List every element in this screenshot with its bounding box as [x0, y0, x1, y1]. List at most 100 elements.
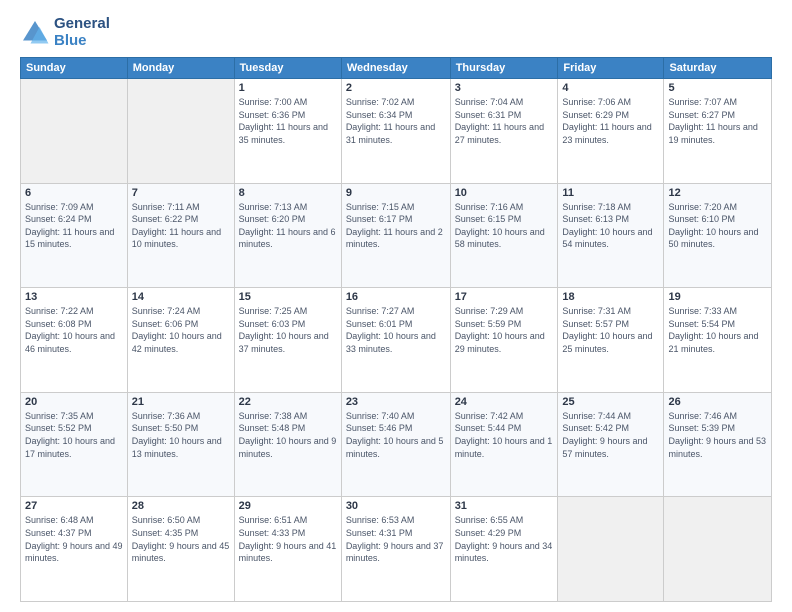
day-detail: Sunrise: 7:36 AMSunset: 5:50 PMDaylight:…	[132, 410, 230, 460]
logo: General Blue	[20, 16, 110, 49]
calendar-cell: 18 Sunrise: 7:31 AMSunset: 5:57 PMDayligh…	[558, 288, 664, 393]
day-number: 16	[346, 291, 446, 303]
day-number: 24	[455, 396, 554, 408]
day-number: 7	[132, 187, 230, 199]
calendar-table: SundayMondayTuesdayWednesdayThursdayFrid…	[20, 57, 772, 602]
calendar-cell: 20 Sunrise: 7:35 AMSunset: 5:52 PMDayligh…	[21, 392, 128, 497]
day-number: 13	[25, 291, 123, 303]
calendar-cell: 26Sunrise: 7:46 AMSunset: 5:39 PMDayligh…	[664, 392, 772, 497]
day-detail: Sunrise: 7:18 AMSunset: 6:13 PMDaylight:…	[562, 201, 659, 251]
day-detail: Sunrise: 7:31 AMSunset: 5:57 PMDaylight:…	[562, 305, 659, 355]
page: General Blue SundayMondayTuesdayWednesda…	[0, 0, 792, 612]
calendar-cell: 8 Sunrise: 7:13 AMSunset: 6:20 PMDaylight…	[234, 183, 341, 288]
calendar-cell: 27 Sunrise: 6:48 AMSunset: 4:37 PMDayligh…	[21, 497, 128, 602]
day-detail: Sunrise: 7:11 AMSunset: 6:22 PMDaylight:…	[132, 201, 230, 251]
day-number: 27	[25, 500, 123, 512]
calendar-cell: 1Sunrise: 7:00 AMSunset: 6:36 PMDaylight…	[234, 79, 341, 184]
day-detail: Sunrise: 6:48 AMSunset: 4:37 PMDaylight:…	[25, 514, 123, 564]
calendar-cell: 4 Sunrise: 7:06 AMSunset: 6:29 PMDaylight…	[558, 79, 664, 184]
day-detail: Sunrise: 6:53 AMSunset: 4:31 PMDaylight:…	[346, 514, 446, 564]
calendar-cell: 7 Sunrise: 7:11 AMSunset: 6:22 PMDaylight…	[127, 183, 234, 288]
weekday-header-thursday: Thursday	[450, 58, 558, 79]
calendar-cell: 2Sunrise: 7:02 AMSunset: 6:34 PMDaylight…	[341, 79, 450, 184]
day-number: 14	[132, 291, 230, 303]
calendar-cell: 6 Sunrise: 7:09 AMSunset: 6:24 PMDaylight…	[21, 183, 128, 288]
day-detail: Sunrise: 7:38 AMSunset: 5:48 PMDaylight:…	[239, 410, 337, 460]
day-detail: Sunrise: 7:42 AMSunset: 5:44 PMDaylight:…	[455, 410, 554, 460]
day-detail: Sunrise: 7:09 AMSunset: 6:24 PMDaylight:…	[25, 201, 123, 251]
day-detail: Sunrise: 7:13 AMSunset: 6:20 PMDaylight:…	[239, 201, 337, 251]
day-number: 18	[562, 291, 659, 303]
day-detail: Sunrise: 7:22 AMSunset: 6:08 PMDaylight:…	[25, 305, 123, 355]
day-number: 25	[562, 396, 659, 408]
weekday-header-friday: Friday	[558, 58, 664, 79]
calendar-cell: 23 Sunrise: 7:40 AMSunset: 5:46 PMDayligh…	[341, 392, 450, 497]
calendar-cell	[127, 79, 234, 184]
calendar-cell: 19Sunrise: 7:33 AMSunset: 5:54 PMDayligh…	[664, 288, 772, 393]
day-number: 30	[346, 500, 446, 512]
day-number: 5	[668, 82, 767, 94]
week-row-0: 1Sunrise: 7:00 AMSunset: 6:36 PMDaylight…	[21, 79, 772, 184]
logo-icon	[20, 18, 50, 48]
calendar-cell: 14 Sunrise: 7:24 AMSunset: 6:06 PMDayligh…	[127, 288, 234, 393]
calendar-cell: 29Sunrise: 6:51 AMSunset: 4:33 PMDayligh…	[234, 497, 341, 602]
calendar-cell	[664, 497, 772, 602]
calendar-cell: 12 Sunrise: 7:20 AMSunset: 6:10 PMDayligh…	[664, 183, 772, 288]
day-number: 12	[668, 187, 767, 199]
day-number: 8	[239, 187, 337, 199]
calendar-cell: 30 Sunrise: 6:53 AMSunset: 4:31 PMDayligh…	[341, 497, 450, 602]
day-detail: Sunrise: 7:20 AMSunset: 6:10 PMDaylight:…	[668, 201, 767, 251]
day-detail: Sunrise: 7:06 AMSunset: 6:29 PMDaylight:…	[562, 96, 659, 146]
day-detail: Sunrise: 7:02 AMSunset: 6:34 PMDaylight:…	[346, 96, 446, 146]
day-number: 28	[132, 500, 230, 512]
day-detail: Sunrise: 7:07 AMSunset: 6:27 PMDaylight:…	[668, 96, 767, 146]
weekday-header-wednesday: Wednesday	[341, 58, 450, 79]
calendar-cell: 25 Sunrise: 7:44 AMSunset: 5:42 PMDayligh…	[558, 392, 664, 497]
day-number: 15	[239, 291, 337, 303]
day-detail: Sunrise: 7:33 AMSunset: 5:54 PMDaylight:…	[668, 305, 767, 355]
day-number: 21	[132, 396, 230, 408]
calendar-cell: 28 Sunrise: 6:50 AMSunset: 4:35 PMDayligh…	[127, 497, 234, 602]
day-number: 31	[455, 500, 554, 512]
calendar-cell: 9Sunrise: 7:15 AMSunset: 6:17 PMDaylight…	[341, 183, 450, 288]
day-number: 4	[562, 82, 659, 94]
weekday-header-monday: Monday	[127, 58, 234, 79]
week-row-3: 20 Sunrise: 7:35 AMSunset: 5:52 PMDayligh…	[21, 392, 772, 497]
weekday-header-row: SundayMondayTuesdayWednesdayThursdayFrid…	[21, 58, 772, 79]
calendar-cell: 16 Sunrise: 7:27 AMSunset: 6:01 PMDayligh…	[341, 288, 450, 393]
day-number: 6	[25, 187, 123, 199]
day-detail: Sunrise: 6:55 AMSunset: 4:29 PMDaylight:…	[455, 514, 554, 564]
day-number: 11	[562, 187, 659, 199]
calendar-cell: 3 Sunrise: 7:04 AMSunset: 6:31 PMDaylight…	[450, 79, 558, 184]
calendar-cell: 24 Sunrise: 7:42 AMSunset: 5:44 PMDayligh…	[450, 392, 558, 497]
header: General Blue	[20, 16, 772, 49]
day-number: 1	[239, 82, 337, 94]
week-row-2: 13 Sunrise: 7:22 AMSunset: 6:08 PMDayligh…	[21, 288, 772, 393]
day-number: 3	[455, 82, 554, 94]
calendar-cell	[558, 497, 664, 602]
day-detail: Sunrise: 7:24 AMSunset: 6:06 PMDaylight:…	[132, 305, 230, 355]
day-detail: Sunrise: 7:27 AMSunset: 6:01 PMDaylight:…	[346, 305, 446, 355]
day-number: 9	[346, 187, 446, 199]
day-detail: Sunrise: 7:29 AMSunset: 5:59 PMDaylight:…	[455, 305, 554, 355]
calendar-cell: 5 Sunrise: 7:07 AMSunset: 6:27 PMDaylight…	[664, 79, 772, 184]
day-detail: Sunrise: 7:44 AMSunset: 5:42 PMDaylight:…	[562, 410, 659, 460]
calendar-cell: 17Sunrise: 7:29 AMSunset: 5:59 PMDayligh…	[450, 288, 558, 393]
day-detail: Sunrise: 7:40 AMSunset: 5:46 PMDaylight:…	[346, 410, 446, 460]
day-number: 23	[346, 396, 446, 408]
weekday-header-saturday: Saturday	[664, 58, 772, 79]
calendar-cell: 21 Sunrise: 7:36 AMSunset: 5:50 PMDayligh…	[127, 392, 234, 497]
week-row-1: 6 Sunrise: 7:09 AMSunset: 6:24 PMDaylight…	[21, 183, 772, 288]
calendar-cell: 22 Sunrise: 7:38 AMSunset: 5:48 PMDayligh…	[234, 392, 341, 497]
day-detail: Sunrise: 6:51 AMSunset: 4:33 PMDaylight:…	[239, 514, 337, 564]
day-detail: Sunrise: 7:35 AMSunset: 5:52 PMDaylight:…	[25, 410, 123, 460]
calendar-cell: 10Sunrise: 7:16 AMSunset: 6:15 PMDayligh…	[450, 183, 558, 288]
day-detail: Sunrise: 7:25 AMSunset: 6:03 PMDaylight:…	[239, 305, 337, 355]
weekday-header-tuesday: Tuesday	[234, 58, 341, 79]
calendar-cell	[21, 79, 128, 184]
day-number: 20	[25, 396, 123, 408]
day-number: 22	[239, 396, 337, 408]
calendar-cell: 31 Sunrise: 6:55 AMSunset: 4:29 PMDayligh…	[450, 497, 558, 602]
day-detail: Sunrise: 6:50 AMSunset: 4:35 PMDaylight:…	[132, 514, 230, 564]
day-detail: Sunrise: 7:04 AMSunset: 6:31 PMDaylight:…	[455, 96, 554, 146]
